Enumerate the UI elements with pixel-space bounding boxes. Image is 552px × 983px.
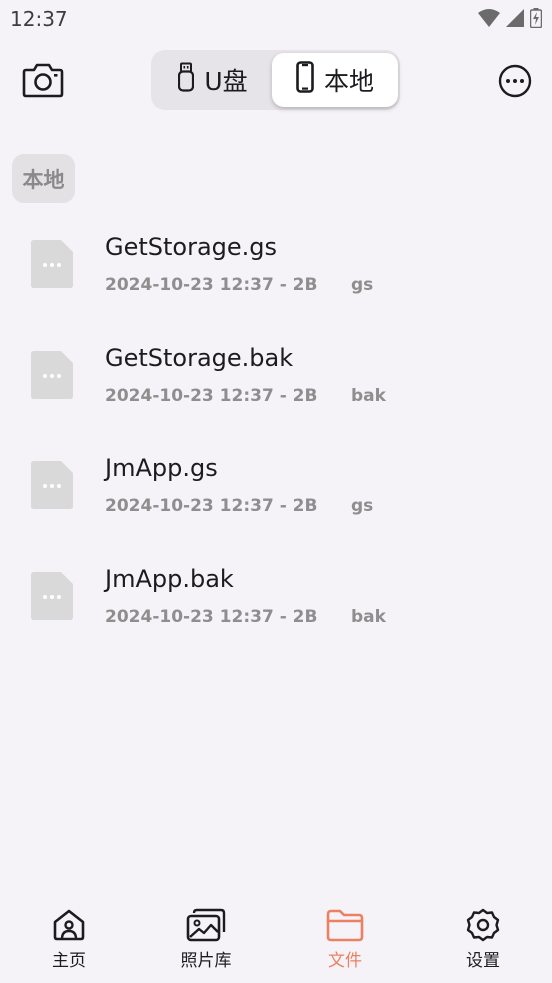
list-item[interactable]: GetStorage.bak 2024-10-23 12:37 - 2B bak bbox=[0, 326, 552, 436]
list-item[interactable]: GetStorage.gs 2024-10-23 12:37 - 2B gs bbox=[0, 215, 552, 325]
segment-udisk-label: U盘 bbox=[204, 67, 248, 96]
nav-label-gallery: 照片库 bbox=[180, 951, 232, 971]
file-meta: 2024-10-23 12:37 - 2B bbox=[105, 275, 318, 295]
nav-item-home[interactable]: 主页 bbox=[24, 908, 114, 976]
nav-label-home: 主页 bbox=[52, 951, 86, 971]
battery-icon bbox=[530, 8, 542, 28]
file-meta: 2024-10-23 12:37 - 2B bbox=[105, 386, 318, 406]
file-name: GetStorage.gs bbox=[105, 233, 278, 261]
file-extension: gs bbox=[351, 275, 374, 295]
nav-label-files: 文件 bbox=[328, 951, 362, 971]
top-bar: U盘 本地 bbox=[0, 50, 552, 110]
segment-udisk[interactable]: U盘 bbox=[157, 53, 269, 107]
folder-icon bbox=[325, 908, 365, 942]
file-more-icon bbox=[31, 572, 73, 620]
usb-drive-icon bbox=[178, 62, 204, 98]
more-options-icon[interactable] bbox=[497, 63, 533, 99]
signal-icon bbox=[506, 9, 524, 27]
nav-label-settings: 设置 bbox=[466, 951, 500, 971]
bottom-nav: 主页 照片库 文件 设置 bbox=[0, 900, 552, 983]
gear-icon bbox=[465, 908, 501, 942]
file-name: JmApp.gs bbox=[105, 454, 218, 482]
home-icon bbox=[51, 908, 87, 942]
storage-segmented-control: U盘 本地 bbox=[151, 50, 400, 110]
camera-icon[interactable] bbox=[22, 61, 64, 99]
list-item[interactable]: JmApp.bak 2024-10-23 12:37 - 2B bak bbox=[0, 547, 552, 657]
file-extension: bak bbox=[351, 386, 386, 406]
file-more-icon bbox=[31, 351, 73, 399]
status-time: 12:37 bbox=[10, 7, 68, 31]
gallery-icon bbox=[185, 908, 227, 942]
nav-item-settings[interactable]: 设置 bbox=[438, 908, 528, 976]
wifi-icon bbox=[478, 9, 500, 27]
file-more-icon bbox=[31, 240, 73, 288]
file-meta: 2024-10-23 12:37 - 2B bbox=[105, 496, 318, 516]
status-icons bbox=[478, 7, 542, 29]
phone-icon bbox=[296, 61, 324, 99]
file-meta: 2024-10-23 12:37 - 2B bbox=[105, 607, 318, 627]
file-name: JmApp.bak bbox=[105, 565, 234, 593]
status-bar: 12:37 bbox=[0, 0, 552, 38]
nav-item-files[interactable]: 文件 bbox=[300, 908, 390, 976]
list-item[interactable]: JmApp.gs 2024-10-23 12:37 - 2B gs bbox=[0, 436, 552, 546]
segment-local-label: 本地 bbox=[323, 67, 374, 96]
file-extension: gs bbox=[351, 496, 374, 516]
nav-item-gallery[interactable]: 照片库 bbox=[161, 908, 251, 976]
file-name: GetStorage.bak bbox=[105, 344, 294, 372]
file-extension: bak bbox=[351, 607, 386, 627]
segment-local[interactable]: 本地 bbox=[272, 53, 398, 107]
section-chip-local: 本地 bbox=[12, 154, 75, 203]
file-more-icon bbox=[31, 461, 73, 509]
